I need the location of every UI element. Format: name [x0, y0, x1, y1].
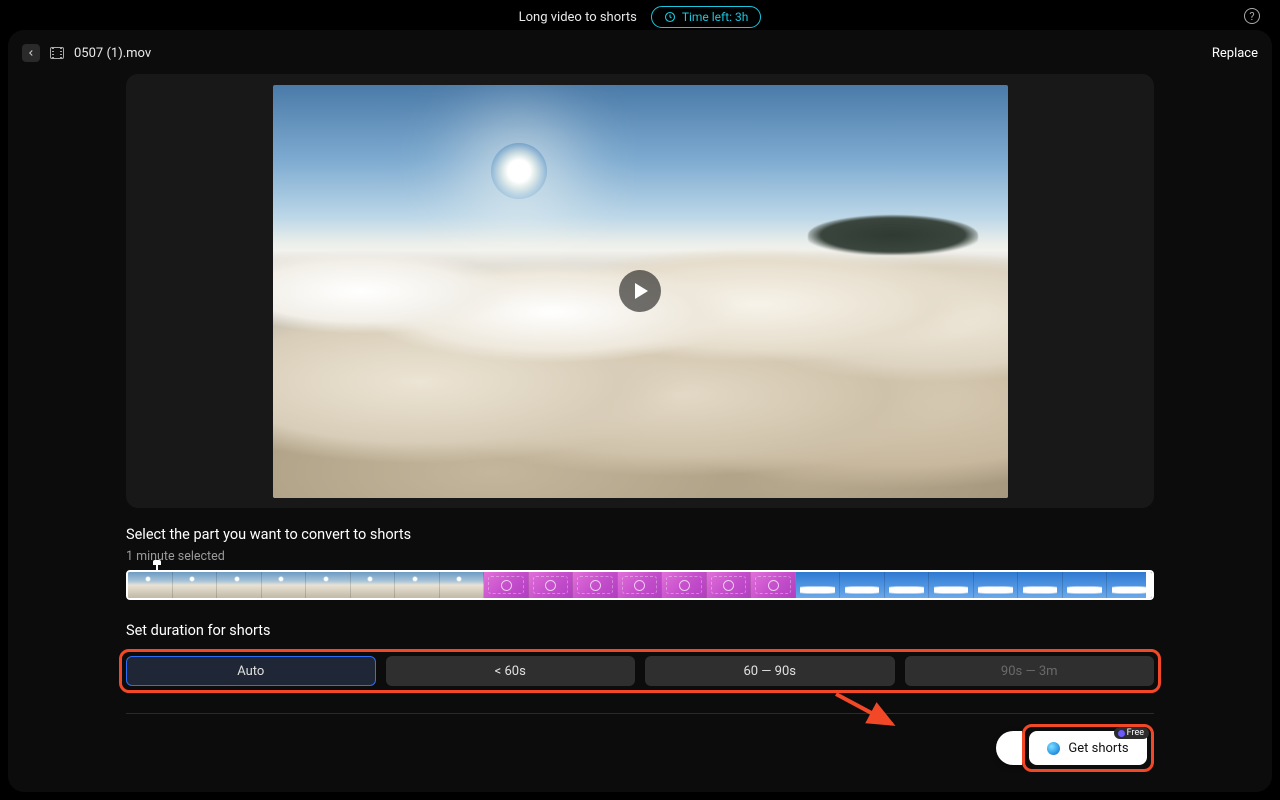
timeline-thumb[interactable] — [974, 572, 1019, 598]
get-shorts-highlight: Get shorts Free — [1022, 724, 1154, 772]
free-badge: Free — [1114, 727, 1149, 739]
timeline-thumb[interactable] — [662, 572, 707, 598]
timeline-thumb[interactable] — [173, 572, 218, 598]
main-panel: 0507 (1).mov Replace Select the part you… — [8, 30, 1272, 792]
timeline-thumb[interactable] — [306, 572, 351, 598]
timeline-thumb[interactable] — [440, 572, 485, 598]
timeline-thumb[interactable] — [929, 572, 974, 598]
play-icon — [635, 283, 648, 299]
divider — [126, 713, 1154, 714]
app-title: Long video to shorts — [519, 10, 637, 25]
get-shorts-button[interactable]: Get shorts Free — [1029, 731, 1147, 765]
video-file-icon — [50, 47, 64, 59]
duration-title: Set duration for shorts — [126, 622, 1154, 639]
timeline-thumb[interactable] — [484, 572, 529, 598]
timeline[interactable] — [126, 570, 1154, 600]
chevron-left-icon — [26, 48, 36, 58]
timeline-thumb[interactable] — [751, 572, 796, 598]
timeline-thumb[interactable] — [529, 572, 574, 598]
timeline-thumb[interactable] — [395, 572, 440, 598]
top-bar: Long video to shorts Time left: 3h ? — [0, 0, 1280, 28]
timeline-thumb[interactable] — [128, 572, 173, 598]
file-name: 0507 (1).mov — [74, 46, 151, 61]
duration-options: Auto < 60s 60 — 90s 90s — 3m — [126, 656, 1154, 686]
replace-button[interactable]: Replace — [1212, 46, 1258, 61]
duration-option[interactable]: Auto — [126, 656, 376, 686]
clock-icon — [664, 11, 676, 23]
arrow-annotation — [834, 690, 904, 730]
selection-title: Select the part you want to convert to s… — [126, 526, 1154, 543]
gem-icon — [1118, 730, 1125, 737]
timeline-thumb[interactable] — [1063, 572, 1108, 598]
help-icon[interactable]: ? — [1244, 8, 1260, 24]
play-button[interactable] — [619, 270, 661, 312]
duration-option: 90s — 3m — [905, 656, 1155, 686]
duration-highlight: Auto < 60s 60 — 90s 90s — 3m — [119, 649, 1161, 693]
duration-option[interactable]: 60 — 90s — [645, 656, 895, 686]
selection-status: 1 minute selected — [126, 549, 1154, 564]
duration-option[interactable]: < 60s — [386, 656, 636, 686]
timeline-thumb[interactable] — [885, 572, 930, 598]
timeline-thumb[interactable] — [217, 572, 262, 598]
video-canvas[interactable] — [273, 85, 1008, 498]
ai-orb-icon — [1047, 742, 1060, 755]
timeline-thumb[interactable] — [796, 572, 841, 598]
video-preview — [126, 74, 1154, 508]
expand-toggle[interactable] — [996, 731, 1022, 765]
timeline-thumb[interactable] — [840, 572, 885, 598]
time-left-text: Time left: 3h — [682, 10, 749, 24]
timeline-thumb[interactable] — [351, 572, 396, 598]
back-button[interactable] — [22, 44, 40, 62]
get-shorts-label: Get shorts — [1068, 741, 1128, 756]
trim-handle-right[interactable] — [1146, 572, 1152, 598]
timeline-thumb[interactable] — [262, 572, 307, 598]
timeline-thumb[interactable] — [618, 572, 663, 598]
file-bar: 0507 (1).mov Replace — [8, 44, 1272, 74]
timeline-thumb[interactable] — [707, 572, 752, 598]
timeline-thumb[interactable] — [573, 572, 618, 598]
time-left-pill: Time left: 3h — [651, 6, 762, 28]
timeline-thumb[interactable] — [1018, 572, 1063, 598]
